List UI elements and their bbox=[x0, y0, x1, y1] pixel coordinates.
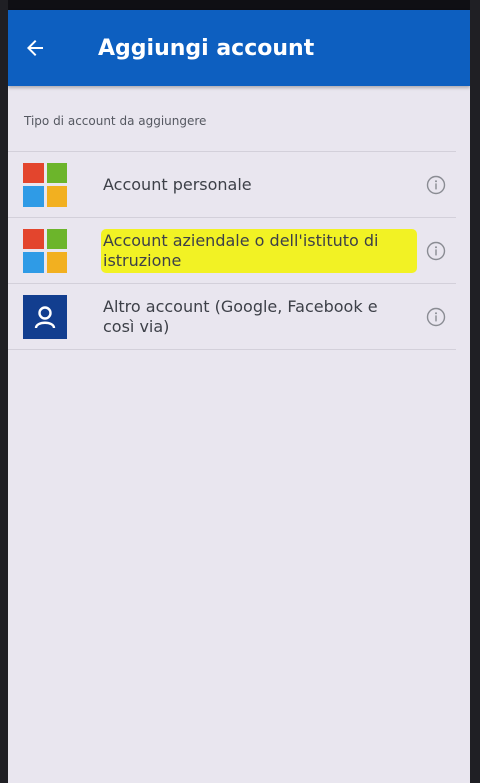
section-label: Tipo di account da aggiungere bbox=[8, 86, 456, 152]
account-row-label: Account personale bbox=[103, 174, 252, 194]
account-type-list: Account personale Account aziendale o de… bbox=[8, 152, 470, 350]
status-bar-strip bbox=[8, 0, 470, 10]
account-row-personal[interactable]: Account personale bbox=[8, 152, 456, 218]
page-title: Aggiungi account bbox=[98, 35, 315, 61]
app-bar: Aggiungi account bbox=[8, 10, 470, 86]
account-row-work-school[interactable]: Account aziendale o dell'istituto di ist… bbox=[8, 218, 456, 284]
info-icon[interactable] bbox=[426, 241, 446, 261]
main-content: Tipo di account da aggiungere Account pe… bbox=[8, 86, 470, 350]
info-icon[interactable] bbox=[426, 307, 446, 327]
account-row-label: Account aziendale o dell'istituto di ist… bbox=[103, 230, 415, 271]
person-icon bbox=[23, 294, 67, 339]
back-button[interactable] bbox=[8, 10, 62, 86]
microsoft-logo-icon bbox=[23, 162, 67, 207]
account-row-other[interactable]: Altro account (Google, Facebook e così v… bbox=[8, 284, 456, 350]
arrow-left-icon bbox=[27, 40, 43, 56]
phone-screen: Aggiungi account Tipo di account da aggi… bbox=[8, 0, 470, 783]
account-row-label: Altro account (Google, Facebook e così v… bbox=[103, 296, 378, 336]
microsoft-logo-icon bbox=[23, 228, 67, 273]
info-icon[interactable] bbox=[426, 175, 446, 195]
